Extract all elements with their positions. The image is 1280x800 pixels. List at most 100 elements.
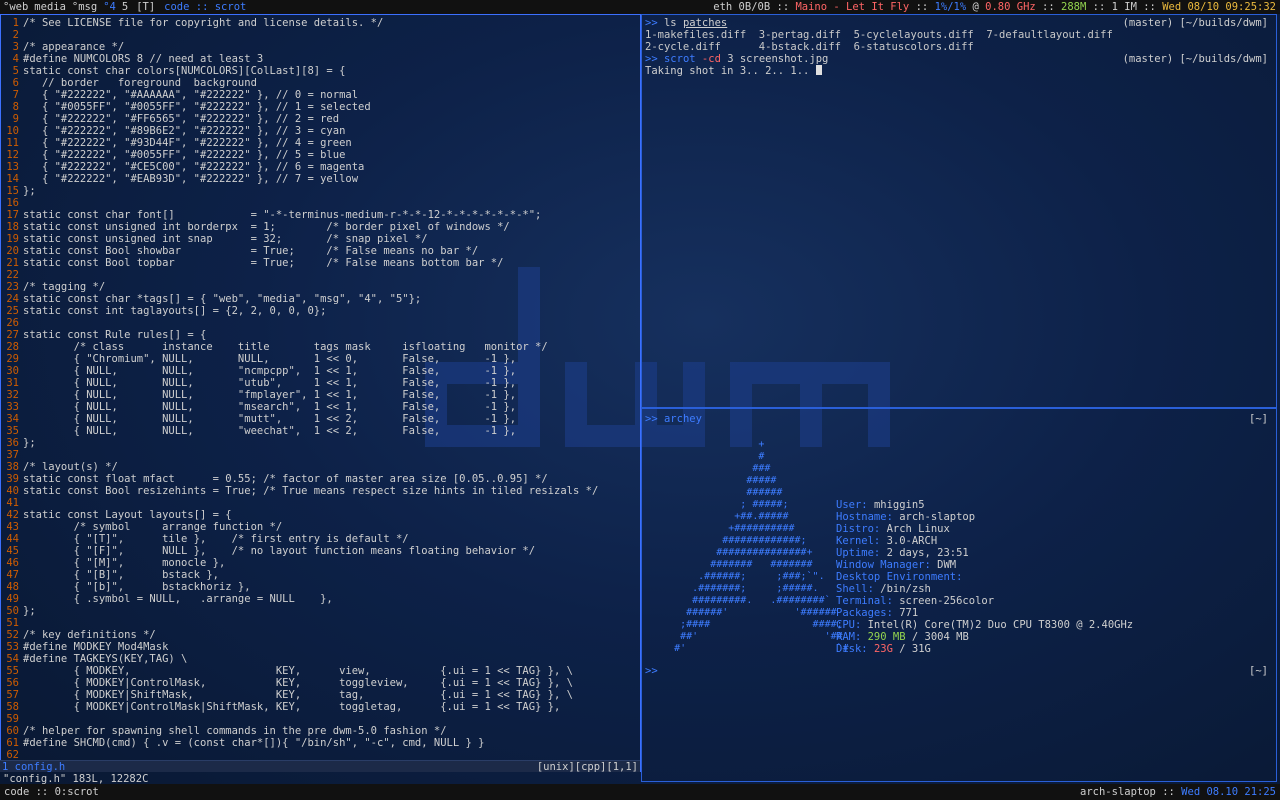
code-text: { .symbol = NULL, .arrange = NULL }, [23, 593, 333, 605]
code-text: #define NUMCOLORS 8 // need at least 3 [23, 53, 264, 65]
code-line[interactable]: 56 { MODKEY|ControlMask, KEY, toggleview… [1, 677, 640, 689]
arch-linux-logo: + # ### ##### ###### ; #####; +##.##### … [650, 439, 849, 655]
code-line[interactable]: 1 /* See LICENSE file for copyright and l… [1, 17, 640, 29]
code-line[interactable]: 21 static const Bool topbar = True; /* Fa… [1, 257, 640, 269]
info-row: Terminal: screen-256color [836, 595, 1133, 607]
terminal-pane-top[interactable]: >> ls patches (master) [~/builds/dwm] 1-… [641, 14, 1277, 408]
code-line[interactable]: 22 [1, 269, 640, 281]
code-line[interactable]: 54 #define TAGKEYS(KEY,TAG) \ [1, 653, 640, 665]
line-number: 40 [6, 485, 19, 497]
code-line[interactable]: 9 { "#222222", "#FF6565", "#222222" }, /… [1, 113, 640, 125]
code-line[interactable]: 58 { MODKEY|ControlMask|ShiftMask, KEY, … [1, 701, 640, 713]
code-line[interactable]: 49 { .symbol = NULL, .arrange = NULL }, [1, 593, 640, 605]
code-line[interactable]: 52 /* key definitions */ [1, 629, 640, 641]
code-line[interactable]: 43 /* symbol arrange function */ [1, 521, 640, 533]
code-line[interactable]: 40 static const Bool resizehints = True; … [1, 485, 640, 497]
code-line[interactable]: 36}; [1, 437, 640, 449]
code-line[interactable]: 16 [1, 197, 640, 209]
im-status: 1 IM [1111, 1, 1137, 13]
code-line[interactable]: 18 static const unsigned int borderpx = 1… [1, 221, 640, 233]
info-value: 771 [899, 607, 919, 619]
info-key: Packages: [836, 607, 900, 619]
code-line[interactable]: 61 #define SHCMD(cmd) { .v = (const char*… [1, 737, 640, 749]
code-line[interactable]: 28 /* class instance title tags mask isf… [1, 341, 640, 353]
code-line[interactable]: 33 { NULL, NULL, "msearch", 1 << 1, Fals… [1, 401, 640, 413]
code-line[interactable]: 41 [1, 497, 640, 509]
code-line[interactable]: 48 { "[b]", bstackhoriz }, [1, 581, 640, 593]
code-line[interactable]: 50}; [1, 605, 640, 617]
code-line[interactable]: 34 { NULL, NULL, "mutt", 1 << 2, False, … [1, 413, 640, 425]
code-line[interactable]: 55 { MODKEY, KEY, view, {.ui = 1 << TAG}… [1, 665, 640, 677]
code-view[interactable]: 1 /* See LICENSE file for copyright and l… [1, 15, 640, 761]
code-text: { "#222222", "#93D44F", "#222222" }, // … [23, 137, 352, 149]
code-line[interactable]: 3 /* appearance */ [1, 41, 640, 53]
info-key: RAM: [836, 631, 868, 643]
line-number: 13 [6, 161, 19, 173]
line-number: 42 [6, 509, 19, 521]
code-line[interactable]: 8 { "#0055FF", "#0055FF", "#222222" }, /… [1, 101, 640, 113]
code-line[interactable]: 42 static const Layout layouts[] = { [1, 509, 640, 521]
screen-window-list[interactable]: code :: 0:scrot [4, 785, 99, 799]
code-line[interactable]: 31 { NULL, NULL, "utub", 1 << 1, False, … [1, 377, 640, 389]
code-line[interactable]: 29 { "Chromium", NULL, NULL, 1 << 0, Fal… [1, 353, 640, 365]
code-line[interactable]: 2 [1, 29, 640, 41]
code-text: /* symbol arrange function */ [23, 521, 283, 533]
code-line[interactable]: 7 { "#222222", "#AAAAAA", "#222222" }, /… [1, 89, 640, 101]
code-line[interactable]: 5 static const char colors[NUMCOLORS][Col… [1, 65, 640, 77]
code-line[interactable]: 60 /* helper for spawning shell commands … [1, 725, 640, 737]
disk-used: 23G [873, 643, 893, 655]
code-line[interactable]: 38 /* layout(s) */ [1, 461, 640, 473]
tag-media[interactable]: media [31, 0, 69, 14]
code-line[interactable]: 12 { "#222222", "#0055FF", "#222222" }, … [1, 149, 640, 161]
code-line[interactable]: 39 static const float mfact = 0.55; /* fa… [1, 473, 640, 485]
tag-4[interactable]: °4 [100, 0, 119, 14]
code-line[interactable]: 11 { "#222222", "#93D44F", "#222222" }, … [1, 137, 640, 149]
code-line[interactable]: 57 { MODKEY|ShiftMask, KEY, tag, {.ui = … [1, 689, 640, 701]
code-line[interactable]: 27 static const Rule rules[] = { [1, 329, 640, 341]
code-line[interactable]: 37 [1, 449, 640, 461]
logo-line: .#######; ;#####. [650, 583, 819, 594]
logo-line: ; #####; [650, 499, 789, 510]
line-number: 49 [6, 593, 19, 605]
code-line[interactable]: 53 #define MODKEY Mod4Mask [1, 641, 640, 653]
line-number: 19 [6, 233, 19, 245]
code-line[interactable]: 45 { "[F]", NULL }, /* no layout functio… [1, 545, 640, 557]
info-value: 2 days, 23:51 [886, 547, 969, 559]
code-line[interactable]: 25 static const int taglayouts[] = {2, 2,… [1, 305, 640, 317]
tag-msg[interactable]: °msg [69, 0, 100, 14]
code-line[interactable]: 46 { "[M]", monocle }, [1, 557, 640, 569]
code-line[interactable]: 51 [1, 617, 640, 629]
line-number: 16 [6, 197, 19, 209]
code-line[interactable]: 24 static const char *tags[] = { "web", "… [1, 293, 640, 305]
separator: :: [1035, 1, 1062, 13]
terminal-pane-bottom[interactable]: >> archey [~] + # ### ##### ###### ; ###… [641, 408, 1277, 782]
code-line[interactable]: 10 { "#222222", "#89B6E2", "#222222" }, … [1, 125, 640, 137]
code-line[interactable]: 44 { "[T]", tile }, /* first entry is de… [1, 533, 640, 545]
code-line[interactable]: 19 static const unsigned int snap = 32; /… [1, 233, 640, 245]
code-text: static const int taglayouts[] = {2, 2, 0… [23, 305, 327, 317]
code-text: static const unsigned int snap = 32; /* … [23, 233, 428, 245]
code-line[interactable]: 17 static const char font[] = "-*-terminu… [1, 209, 640, 221]
line-number: 2 [12, 29, 19, 41]
code-line[interactable]: 13 { "#222222", "#CE5C00", "#222222" }, … [1, 161, 640, 173]
code-line[interactable]: 59 [1, 713, 640, 725]
code-line[interactable]: 15}; [1, 185, 640, 197]
code-line[interactable]: 30 { NULL, NULL, "ncmpcpp", 1 << 1, Fals… [1, 365, 640, 377]
tag-web[interactable]: °web [0, 0, 31, 14]
code-text: { "[B]", bstack }, [23, 569, 219, 581]
code-line[interactable]: 6 // border foreground background [1, 77, 640, 89]
code-line[interactable]: 32 { NULL, NULL, "fmplayer", 1 << 1, Fal… [1, 389, 640, 401]
line-number: 3 [12, 41, 19, 53]
code-line[interactable]: 14 { "#222222", "#EAB93D", "#222222" }, … [1, 173, 640, 185]
code-line[interactable]: 26 [1, 317, 640, 329]
info-key: Terminal: [836, 595, 900, 607]
layout-symbol[interactable]: [T] [131, 0, 160, 14]
code-line[interactable]: 35 { NULL, NULL, "weechat", 1 << 2, Fals… [1, 425, 640, 437]
code-line[interactable]: 23 /* tagging */ [1, 281, 640, 293]
code-line[interactable]: 47 { "[B]", bstack }, [1, 569, 640, 581]
tag-5[interactable]: 5 [119, 0, 131, 14]
code-line[interactable]: 20 static const Bool showbar = True; /* F… [1, 245, 640, 257]
code-line[interactable]: 4 #define NUMCOLORS 8 // need at least 3 [1, 53, 640, 65]
code-text: { "[M]", monocle }, [23, 557, 226, 569]
editor-pane[interactable]: 1 /* See LICENSE file for copyright and l… [0, 14, 641, 772]
